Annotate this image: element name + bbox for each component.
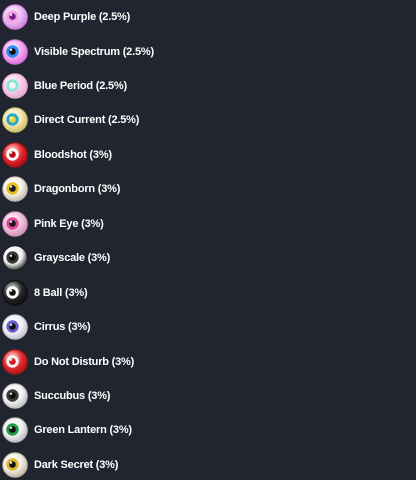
item-label: Green Lantern (3%) (34, 424, 132, 437)
list-item[interactable]: Pink Eye (3%) (2, 209, 104, 239)
eight-ball-eye-icon (2, 279, 28, 306)
list-item[interactable]: Grayscale (3%) (2, 243, 110, 273)
succubus-eye-icon (2, 383, 28, 409)
list-item[interactable]: Cirrus (3%) (2, 312, 91, 342)
list-item[interactable]: Dark Secret (3%) (2, 450, 118, 480)
item-label: 8 Ball (3%) (34, 286, 88, 299)
bloodshot-eye-icon (2, 141, 28, 168)
item-label: Do Not Disturb (3%) (34, 355, 135, 368)
list-item[interactable]: Green Lantern (3%) (2, 415, 132, 445)
list-item[interactable]: Visible Spectrum (2.5%) (2, 37, 154, 67)
list-item[interactable]: Direct Current (2.5%) (2, 105, 139, 135)
grayscale-eye-icon (2, 245, 28, 271)
list-item[interactable]: Deep Purple (2.5%) (2, 2, 130, 32)
item-label: Dark Secret (3%) (34, 458, 119, 471)
item-label: Cirrus (3%) (34, 321, 91, 334)
visible-spectrum-eye-icon (2, 38, 28, 65)
list-item[interactable]: Dragonborn (3%) (2, 174, 120, 204)
cosmetic-list: Deep Purple (2.5%) Visible Spectrum (2.5%… (0, 0, 416, 478)
item-label: Dragonborn (3%) (34, 183, 121, 196)
item-label: Succubus (3%) (34, 390, 111, 402)
list-item[interactable]: 8 Ball (3%) (2, 278, 88, 308)
item-label: Direct Current (2.5%) (34, 114, 140, 127)
green-lantern-eye-icon (2, 417, 28, 444)
list-item[interactable]: Bloodshot (3%) (2, 140, 112, 170)
item-label: Visible Spectrum (2.5%) (34, 45, 154, 58)
dark-secret-eye-icon (2, 452, 28, 478)
item-label: Blue Period (2.5%) (34, 79, 127, 92)
item-label: Bloodshot (3%) (34, 148, 112, 161)
dragonborn-eye-icon (2, 176, 28, 203)
item-label: Grayscale (3%) (34, 252, 111, 265)
deep-purple-eye-icon (2, 4, 28, 30)
list-item[interactable]: Succubus (3%) (2, 381, 110, 411)
blue-period-eye-icon (2, 73, 28, 99)
item-label: Pink Eye (3%) (34, 217, 104, 230)
list-item[interactable]: Blue Period (2.5%) (2, 71, 127, 101)
direct-current-eye-icon (2, 107, 28, 134)
pink-eye-icon (2, 210, 28, 237)
do-not-disturb-eye-icon (2, 348, 28, 375)
list-item[interactable]: Do Not Disturb (3%) (2, 347, 134, 377)
item-label: Deep Purple (2.5%) (34, 11, 131, 23)
cirrus-eye-icon (2, 314, 28, 340)
